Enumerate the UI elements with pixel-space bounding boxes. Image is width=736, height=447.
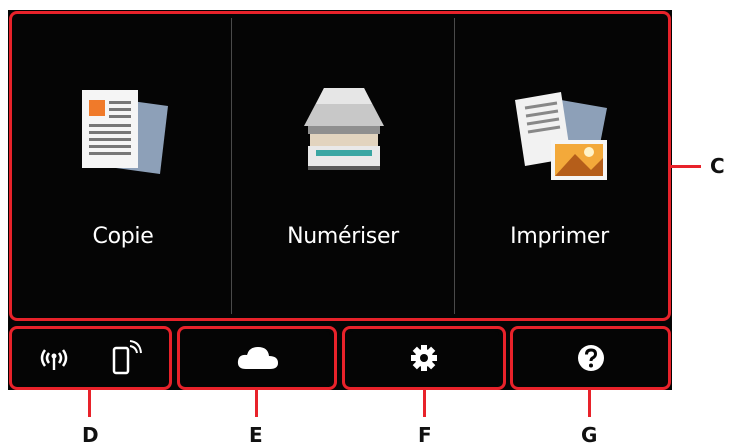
callout-c: C — [710, 154, 725, 178]
callout-leader-c — [671, 165, 701, 168]
callout-e: E — [249, 423, 263, 447]
callout-d: D — [82, 423, 99, 447]
callout-leader-g — [588, 389, 591, 417]
main-area-highlight — [9, 11, 671, 321]
callout-f: F — [418, 423, 432, 447]
settings-button-highlight — [342, 326, 506, 390]
callout-leader-f — [423, 389, 426, 417]
callout-leader-d — [88, 389, 91, 417]
network-button-highlight — [9, 326, 172, 390]
callout-g: G — [581, 423, 598, 447]
cloud-button-highlight — [177, 326, 337, 390]
help-button-highlight — [510, 326, 671, 390]
callout-leader-e — [255, 389, 258, 417]
